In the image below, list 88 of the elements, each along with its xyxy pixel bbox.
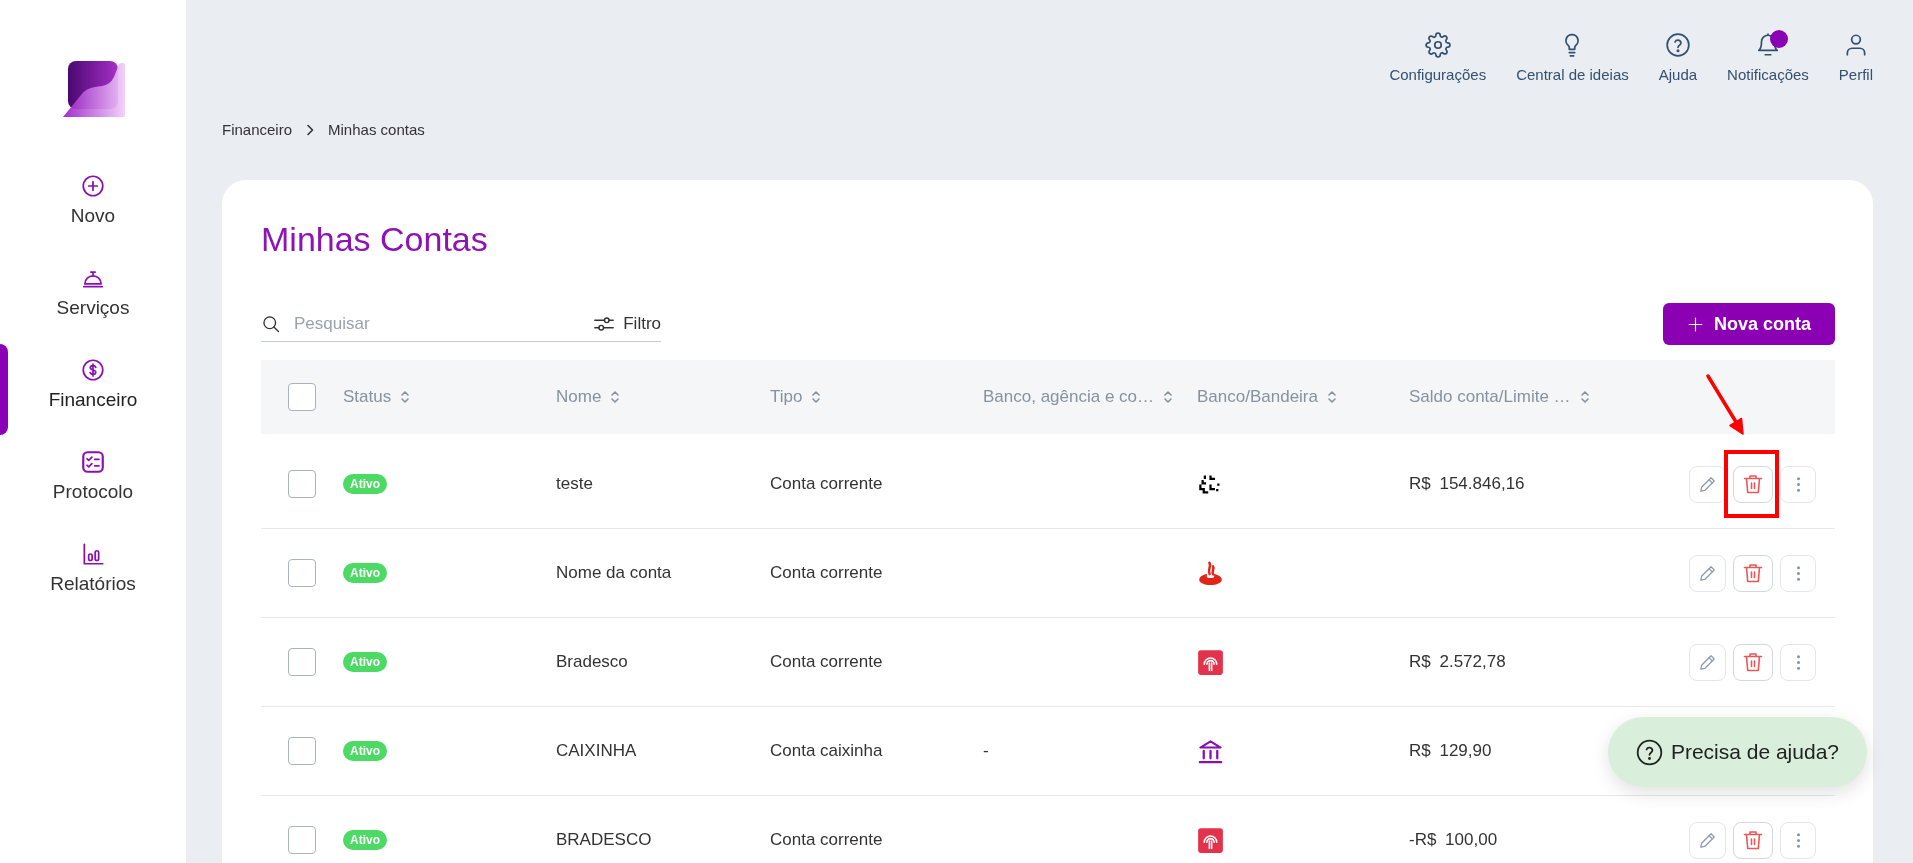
table-cell: Conta corrente [770, 830, 883, 850]
pencil-icon [1698, 652, 1717, 672]
more-button[interactable] [1780, 554, 1816, 592]
edit-button[interactable] [1689, 554, 1726, 592]
nav-item[interactable]: Financeiro [42, 353, 144, 415]
row-checkbox[interactable] [288, 826, 316, 854]
table-cell: Conta corrente [770, 652, 883, 672]
edit-button[interactable] [1689, 643, 1726, 681]
filter-button[interactable]: Filtro [593, 312, 661, 335]
table-cell: R$ 2.572,78 [1409, 652, 1506, 672]
nav-item[interactable]: Novo [64, 169, 122, 231]
more-icon [1795, 831, 1801, 849]
new-account-button[interactable]: Nova conta [1663, 303, 1835, 345]
sort-icon [400, 389, 411, 405]
table-cell: teste [556, 474, 593, 494]
select-all-checkbox[interactable] [288, 383, 316, 411]
delete-button[interactable] [1733, 554, 1773, 592]
row-checkbox[interactable] [288, 470, 316, 498]
edit-button[interactable] [1689, 821, 1726, 859]
nav-item[interactable]: Serviços [50, 261, 136, 323]
breadcrumb-link[interactable]: Financeiro [222, 121, 293, 139]
more-icon [1795, 653, 1801, 671]
notifications-button[interactable]: Notificações [1727, 32, 1809, 84]
table-cell: -R$ 100,00 [1409, 830, 1498, 850]
plus-circle-icon [80, 173, 106, 199]
gear-icon [1424, 32, 1451, 58]
settings-button[interactable]: Configurações [1389, 32, 1487, 84]
ideas-button[interactable]: Central de ideias [1516, 32, 1629, 84]
more-button[interactable] [1780, 465, 1816, 503]
search-icon [261, 313, 281, 334]
table-cell: R$ 154.846,16 [1409, 474, 1525, 494]
status-badge: Ativo [343, 474, 387, 494]
delete-button[interactable] [1733, 643, 1773, 681]
more-button[interactable] [1780, 643, 1816, 681]
more-button[interactable] [1780, 821, 1816, 859]
table-cell: BRADESCO [556, 830, 652, 850]
chevron-right-icon [306, 124, 315, 136]
table-cell: Conta corrente [770, 563, 883, 583]
nav-item[interactable]: Protocolo [46, 445, 140, 507]
flame-logo-icon [1197, 559, 1224, 587]
sort-icon [1327, 389, 1337, 405]
more-icon [1795, 564, 1801, 582]
search-field[interactable]: Pesquisar Filtro [261, 306, 661, 342]
table-cell: Bradesco [556, 652, 628, 672]
arch-logo-icon [1197, 826, 1224, 854]
trash-icon [1741, 650, 1765, 674]
breadcrumb-current: Minhas contas [328, 121, 425, 139]
help-chat-button[interactable]: Precisa de ajuda? [1607, 717, 1867, 787]
arch-logo-icon [1197, 648, 1224, 676]
pencil-icon [1698, 474, 1717, 494]
pencil-icon [1698, 830, 1717, 850]
table-cell: Conta caixinha [770, 741, 883, 761]
table-cell: R$ 129,90 [1409, 741, 1492, 761]
sort-icon [1163, 389, 1174, 405]
pencil-icon [1698, 563, 1717, 583]
app-logo [61, 60, 125, 118]
profile-button[interactable]: Perfil [1838, 32, 1873, 84]
help-icon [1635, 738, 1663, 766]
more-icon [1795, 475, 1801, 493]
sort-icon [610, 389, 621, 405]
sort-icon [1579, 389, 1590, 405]
nav-item[interactable]: Relatórios [44, 537, 142, 599]
bank-icon [1197, 737, 1224, 765]
edit-button[interactable] [1689, 465, 1726, 503]
trash-icon [1741, 828, 1765, 852]
status-badge: Ativo [343, 741, 387, 761]
sort-icon [811, 389, 822, 405]
help-icon [1664, 32, 1691, 58]
status-badge: Ativo [343, 563, 387, 583]
help-button[interactable]: Ajuda [1658, 32, 1698, 84]
row-checkbox[interactable] [288, 559, 316, 587]
bar-chart-icon [80, 541, 106, 567]
table-cell: CAIXINHA [556, 741, 637, 761]
table-cell: Conta corrente [770, 474, 883, 494]
delete-button[interactable] [1733, 821, 1773, 859]
status-badge: Ativo [343, 652, 387, 672]
table-cell: Nome da conta [556, 563, 672, 583]
page-title: Minhas Contas [261, 219, 489, 259]
trash-icon [1741, 561, 1765, 585]
dollar-circle-icon [80, 357, 106, 383]
table-cell: - [983, 741, 989, 761]
status-badge: Ativo [343, 830, 387, 850]
plus-icon [1687, 315, 1704, 333]
checklist-icon [80, 449, 106, 475]
row-checkbox[interactable] [288, 737, 316, 765]
trash-icon [1741, 472, 1765, 496]
delete-button[interactable] [1733, 465, 1773, 503]
row-checkbox[interactable] [288, 648, 316, 676]
